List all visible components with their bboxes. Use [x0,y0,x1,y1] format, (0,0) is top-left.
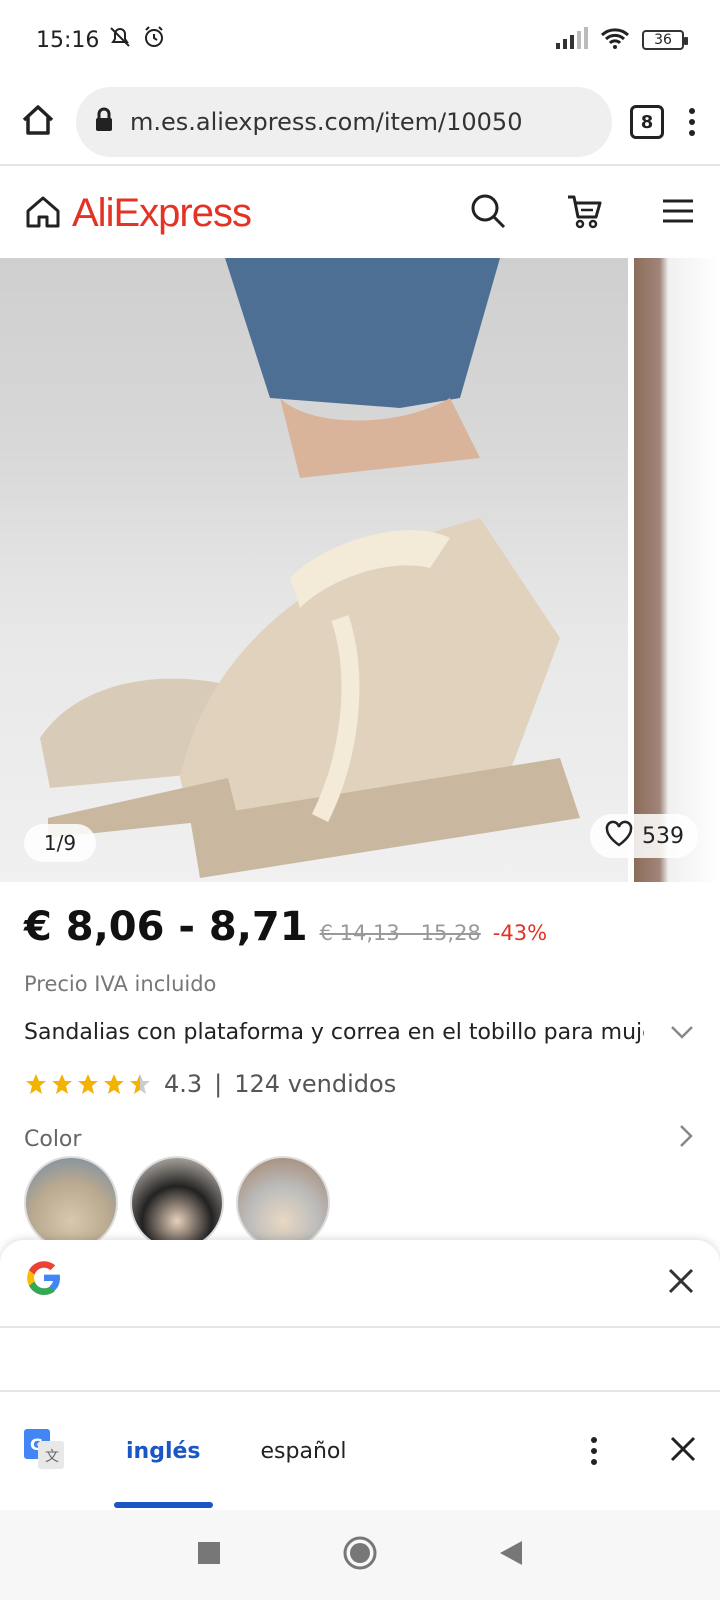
google-sheet [0,1240,720,1390]
system-nav-bar [0,1510,720,1600]
browser-toolbar: m.es.aliexpress.com/item/10050 8 [0,80,720,166]
wishlist-button[interactable]: 539 [590,814,698,858]
product-gallery[interactable]: 1/9 539 [0,258,720,882]
search-icon[interactable] [468,191,508,235]
close-icon[interactable] [666,1266,696,1300]
translate-menu-icon[interactable] [584,1437,604,1465]
signal-icon [554,27,588,53]
product-image[interactable] [0,258,628,882]
mute-icon [107,24,133,56]
original-price: € 14,13 - 15,28 [319,921,481,945]
header-actions [468,191,696,235]
google-translate-icon: G 文 [22,1427,66,1475]
image-counter: 1/9 [24,824,96,862]
home-icon [24,192,62,234]
status-time: 15:16 [36,27,100,53]
home-icon[interactable] [18,100,58,144]
home-button-icon[interactable] [342,1535,378,1575]
star-icon [52,1074,72,1094]
google-header [0,1240,720,1328]
vat-note: Precio IVA incluido [24,972,217,996]
rating-row: 4.3 | 124 vendidos [24,1070,396,1098]
color-swatch-3[interactable] [236,1156,330,1250]
alarm-icon [141,24,167,56]
status-right: 36 [554,27,688,53]
url-text: m.es.aliexpress.com/item/10050 [130,108,523,136]
lock-icon [94,107,114,137]
star-icon [78,1074,98,1094]
sold-count: 124 vendidos [234,1070,397,1098]
price-row: € 8,06 - 8,71 € 14,13 - 15,28 -43% [24,904,547,950]
back-icon[interactable] [498,1539,524,1571]
rating-stars [24,1072,152,1096]
color-selector-row[interactable]: Color [24,1122,696,1156]
color-label: Color [24,1126,82,1152]
brand-name: AliExpress [72,190,252,235]
price: € 8,06 - 8,71 [24,904,308,950]
product-title-row[interactable]: Sandalias con plataforma y correa en el … [24,1020,696,1045]
site-header: AliExpress [0,168,720,258]
url-bar[interactable]: m.es.aliexpress.com/item/10050 [76,87,612,157]
battery-indicator: 36 [642,30,688,50]
close-icon[interactable] [668,1434,698,1468]
cart-icon[interactable] [564,191,604,235]
status-left: 15:16 [36,24,167,56]
google-g-icon [24,1258,64,1308]
tab-lang-english[interactable]: inglés [114,1439,212,1508]
recents-icon[interactable] [196,1540,222,1570]
star-half-icon [130,1074,150,1094]
browser-menu-icon[interactable] [682,108,702,136]
status-bar: 15:16 36 [0,0,720,80]
translate-actions [584,1434,698,1468]
menu-icon[interactable] [660,193,696,233]
translate-bar: G 文 inglés español [0,1390,720,1510]
next-product-image[interactable] [634,258,720,882]
separator: | [214,1070,223,1098]
tab-switcher-button[interactable]: 8 [630,105,664,139]
svg-text:文: 文 [45,1449,59,1465]
star-icon [26,1074,46,1094]
tab-lang-spanish[interactable]: español [261,1439,347,1464]
color-swatches [24,1156,330,1250]
chevron-down-icon[interactable] [668,1021,696,1045]
wishlist-count: 539 [642,823,684,849]
heart-icon [604,819,634,853]
wifi-icon [600,27,630,53]
color-swatch-1[interactable] [24,1156,118,1250]
discount-badge: -43% [492,921,548,945]
chevron-right-icon[interactable] [676,1122,696,1156]
brand-logo[interactable]: AliExpress [24,190,252,236]
star-icon [104,1074,124,1094]
rating-value: 4.3 [164,1070,203,1098]
product-title: Sandalias con plataforma y correa en el … [24,1020,644,1045]
color-swatch-2[interactable] [130,1156,224,1250]
